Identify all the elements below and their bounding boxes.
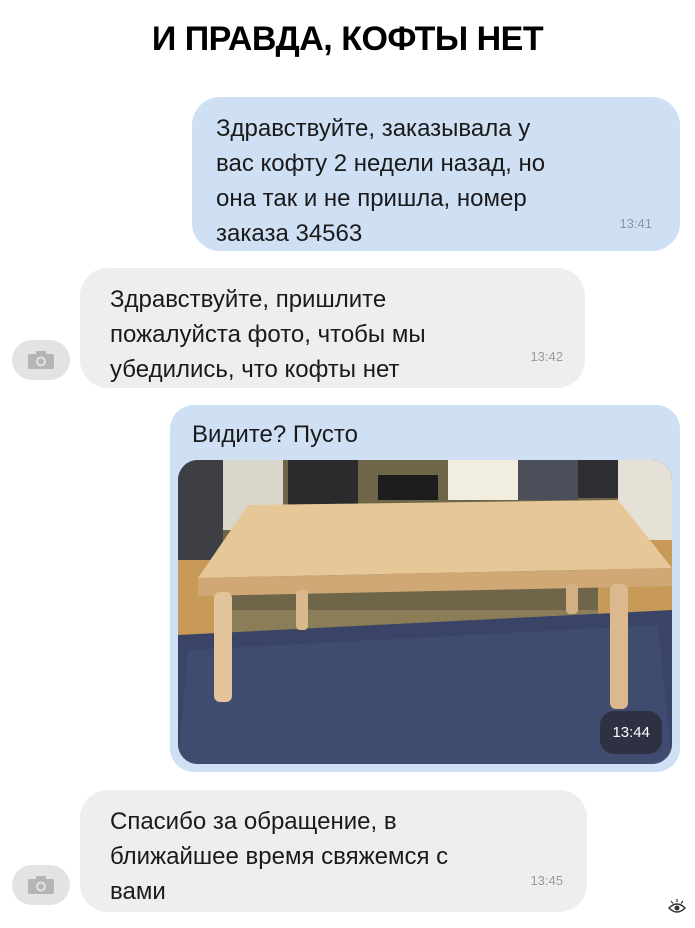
message-line: она так и не пришла, номер [216,185,527,212]
eye-logo-icon [667,899,687,913]
page-title: И ПРАВДА, КОФТЫ НЕТ [151,20,544,58]
attached-photo[interactable]: 13:44 [178,460,672,764]
outgoing-message-1[interactable]: Здравствуйте, заказывала у вас кофту 2 н… [192,97,680,251]
avatar[interactable] [12,340,70,380]
avatar[interactable] [12,865,70,905]
message-line: убедились, что кофты нет [110,356,400,383]
table-photo-image [178,460,672,764]
message-line: заказа 34563 [216,220,363,247]
camera-icon [28,351,54,369]
camera-icon [28,876,54,894]
watermark-logo [667,899,687,922]
message-line: Здравствуйте, пришлите [110,286,387,313]
message-line: Спасибо за обращение, в [110,808,397,835]
outgoing-photo-message-3[interactable]: Видите? Пусто 13:44 [170,405,680,772]
message-line: пожалуйста фото, чтобы мы [110,321,426,348]
message-time: 13:45 [530,873,563,888]
message-line: вас кофту 2 недели назад, но [216,150,546,177]
photo-time-badge: 13:44 [600,711,662,754]
message-text: Видите? Пусто [192,421,358,448]
message-time: 13:42 [530,349,563,364]
message-line: Здравствуйте, заказывала у [216,115,531,142]
message-time: 13:41 [619,216,652,231]
incoming-message-2[interactable]: Здравствуйте, пришлите пожалуйста фото, … [80,268,585,388]
incoming-message-4[interactable]: Спасибо за обращение, в ближайшее время … [80,790,587,912]
message-line: вами [110,878,166,905]
message-line: ближайшее время свяжемся с [110,843,449,870]
